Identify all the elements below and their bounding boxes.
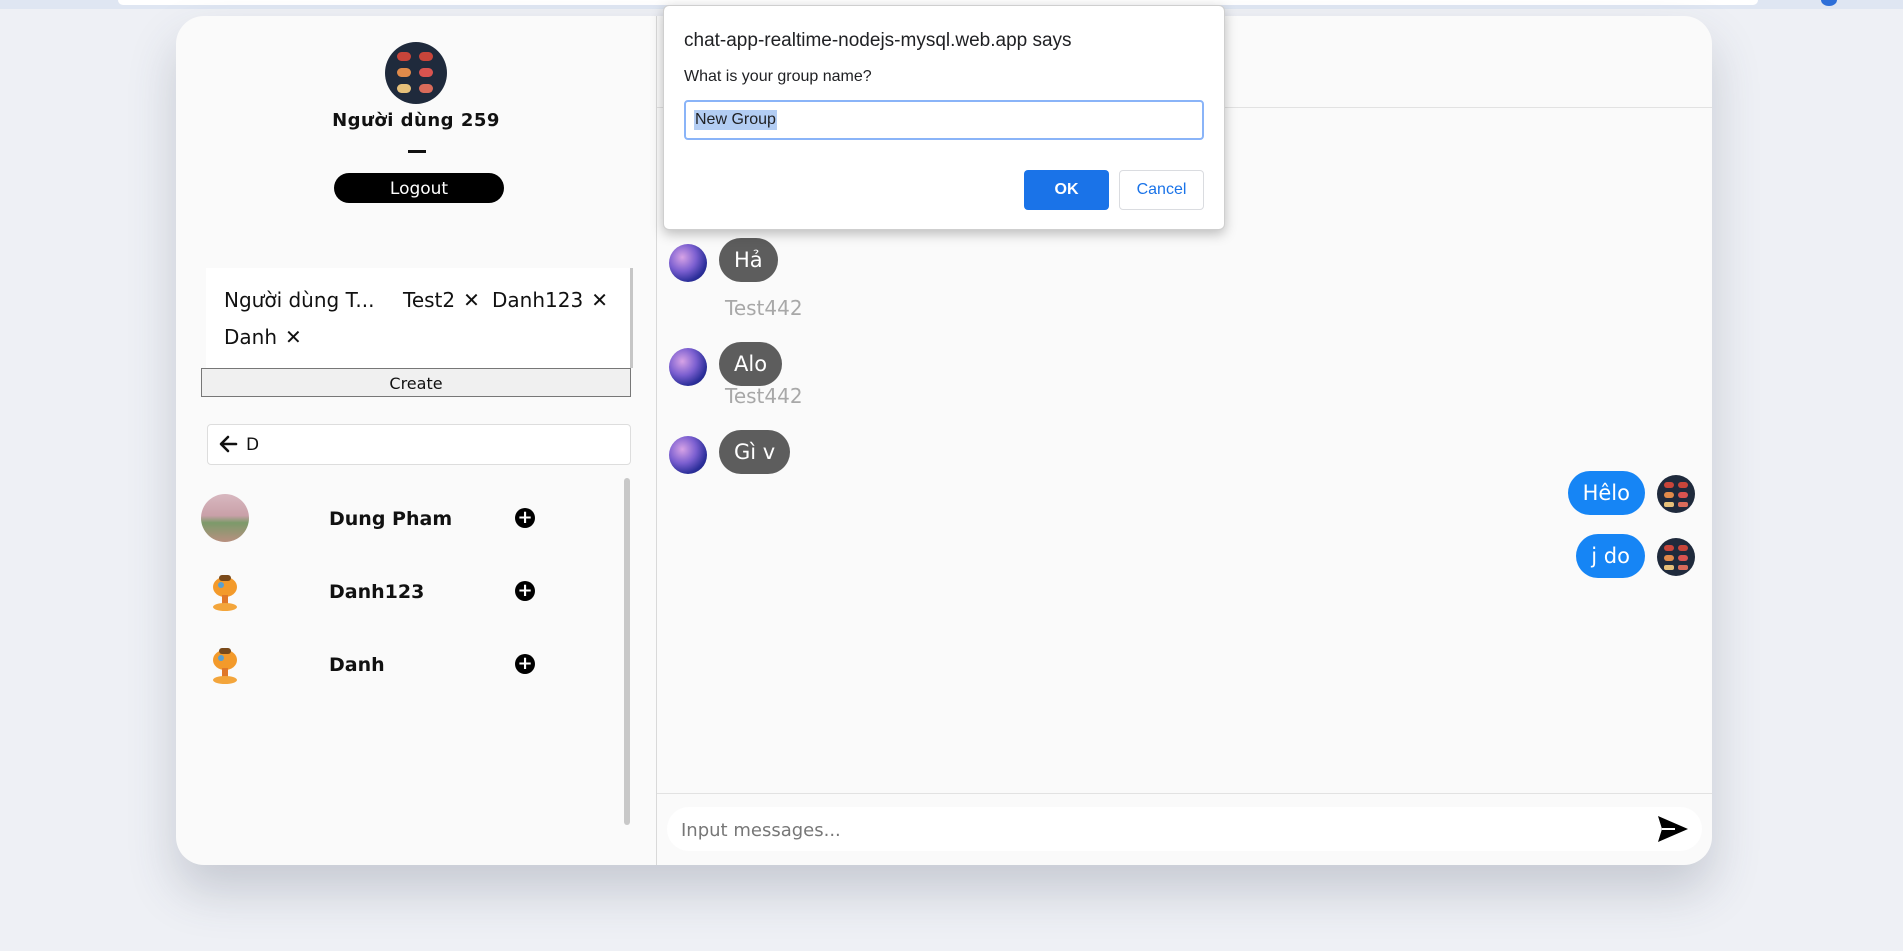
user-name: Dung Pham [329,508,453,530]
add-user-icon[interactable]: + [515,581,535,601]
user-avatar [201,640,249,688]
my-avatar [1657,475,1695,513]
selected-member-chip: Danh ✕ [224,325,302,349]
user-list-item[interactable]: Danh123 + [201,567,621,627]
message-bubble: Hả [719,238,778,282]
my-avatar [1657,538,1695,576]
add-user-icon[interactable]: + [515,508,535,528]
sender-name: Test442 [725,296,803,320]
arrow-left-icon[interactable] [218,434,238,459]
sidebar: Người dùng 259 Logout Người dùng T... Te… [176,16,657,865]
message-bubble: j do [1576,534,1645,578]
composer-divider [657,793,1712,794]
selected-member-chip: Test2 ✕ [403,288,480,312]
selected-members-box: Người dùng T... Test2 ✕ Danh123 ✕ Danh ✕ [206,268,633,368]
group-name-field[interactable]: New Group [684,100,1204,140]
user-list-scrollbar[interactable] [624,478,630,825]
user-name: Danh123 [329,581,425,603]
remove-member-icon[interactable]: ✕ [591,288,608,312]
selected-member-label: Danh [224,325,278,349]
sender-avatar [669,244,707,282]
selected-member-chip: Người dùng T... [224,288,375,312]
ok-button[interactable]: OK [1024,170,1109,210]
message-bubble: Alo [719,342,783,386]
message-composer [667,807,1702,851]
remove-member-icon[interactable]: ✕ [463,288,480,312]
selected-member-chip: Danh123 ✕ [492,288,608,312]
sender-avatar [669,348,707,386]
add-user-icon[interactable]: + [515,654,535,674]
profile-name: Người dùng 259 [332,110,500,131]
group-name-prompt-dialog: chat-app-realtime-nodejs-mysql.web.app s… [663,5,1225,230]
user-list-item[interactable]: Danh + [201,640,621,700]
user-avatar [201,494,249,542]
selected-member-label: Test2 [403,288,456,312]
user-search-field[interactable]: D [207,424,631,465]
user-list-item[interactable]: Dung Pham + [201,494,621,554]
selected-member-label: Danh123 [492,288,584,312]
create-group-button[interactable]: Create [201,368,631,397]
search-input-value[interactable]: D [246,435,259,455]
remove-member-icon[interactable]: ✕ [285,325,302,349]
profile-divider [408,150,426,153]
profile-icon[interactable] [1821,0,1837,6]
group-name-input[interactable]: New Group [694,110,777,130]
user-avatar [201,567,249,615]
dialog-origin: chat-app-realtime-nodejs-mysql.web.app s… [684,30,1072,51]
message-input[interactable] [679,813,1633,847]
cancel-button[interactable]: Cancel [1119,170,1204,210]
message-bubble: Hêlo [1567,471,1645,515]
send-icon[interactable] [1657,815,1689,843]
selected-member-label: Người dùng T... [224,288,375,312]
dialog-prompt: What is your group name? [684,68,872,85]
sender-avatar [669,436,707,474]
message-bubble: Gì v [719,430,791,474]
logout-button[interactable]: Logout [334,173,504,203]
user-name: Danh [329,654,385,676]
sender-name: Test442 [725,384,803,408]
profile-avatar [385,42,447,104]
